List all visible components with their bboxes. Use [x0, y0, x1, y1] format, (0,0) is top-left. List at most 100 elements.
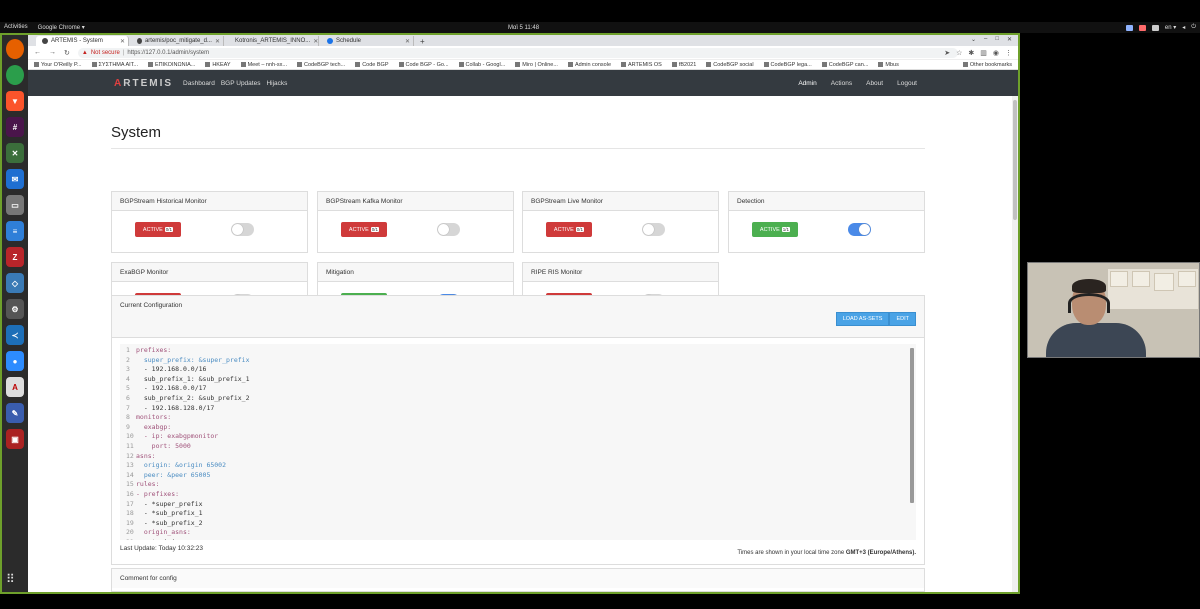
monitor-toggle[interactable] — [848, 223, 871, 236]
pdf-icon[interactable]: A — [6, 377, 24, 397]
line-number: 6 — [126, 393, 130, 402]
tray-icon[interactable] — [1138, 24, 1146, 31]
bookmark-item[interactable]: CodeBGP social — [706, 62, 754, 68]
network-icon[interactable]: ◂ — [1182, 24, 1185, 31]
page-scrollbar[interactable] — [1012, 96, 1018, 592]
bookmark-item[interactable]: ARTEMIS OS — [621, 62, 662, 68]
bookmark-item[interactable]: Mbus — [878, 62, 899, 68]
tools-icon[interactable]: ✕ — [6, 143, 24, 163]
close-icon[interactable]: ✕ — [405, 38, 410, 45]
folder-icon — [671, 61, 677, 67]
load-as-sets-button[interactable]: LOAD AS-SETS — [835, 312, 890, 326]
editor-icon[interactable]: ✎ — [6, 403, 24, 423]
profile-icon[interactable]: ◉ — [993, 49, 999, 57]
close-icon[interactable]: ✕ — [120, 38, 125, 45]
monitor-toggle[interactable] — [437, 223, 460, 236]
nav-actions[interactable]: Actions — [831, 80, 852, 87]
page-title: System — [111, 124, 162, 141]
nav-bgp-updates[interactable]: BGP Updates — [221, 80, 261, 87]
timezone-note: Times are shown in your local time zone … — [737, 550, 916, 556]
virtualbox-icon[interactable]: ◇ — [6, 273, 24, 293]
nav-admin[interactable]: Admin — [798, 80, 816, 87]
zoom-icon[interactable]: ● — [6, 351, 24, 371]
slack-icon[interactable]: # — [6, 117, 24, 137]
power-icon[interactable]: ⏻ — [1191, 24, 1196, 31]
sidebar-icon[interactable]: ▥ — [980, 49, 987, 57]
minimize-icon[interactable]: – — [984, 36, 987, 43]
code-line: 6 sub_prefix_2: &sub_prefix_2 — [126, 394, 916, 404]
monitor-toggle[interactable] — [231, 223, 254, 236]
files-icon[interactable]: ▭ — [6, 195, 24, 215]
bookmark-item[interactable]: fB2021 — [671, 61, 696, 68]
tray-icon[interactable] — [1125, 24, 1133, 31]
bookmark-item[interactable]: Admin console — [567, 62, 611, 68]
firefox-icon[interactable] — [6, 39, 24, 59]
url-input[interactable]: ▲ Not secure | https://127.0.0.1/admin/s… — [77, 47, 958, 58]
tab-artemis-system[interactable]: ARTEMIS - System ✕ — [36, 36, 129, 46]
tab-kotronis[interactable]: Kotronis_ARTEMIS_INNO... ✕ — [226, 36, 319, 46]
status-badge: ACTIVE0/1 — [135, 222, 181, 237]
bookmark-item[interactable]: CodeBGP lega... — [763, 61, 812, 68]
forward-icon[interactable]: → — [49, 49, 56, 56]
app-menu[interactable]: Google Chrome ▾ — [38, 24, 85, 31]
tray-icon[interactable] — [1151, 24, 1159, 31]
bookmark-item[interactable]: CodeBGP can... — [821, 62, 868, 68]
extensions-icon[interactable]: ✱ — [968, 49, 974, 57]
system-tray[interactable]: en ▾ ◂ ⏻ — [1125, 24, 1196, 31]
close-icon[interactable]: ✕ — [215, 38, 220, 45]
config-card: Current Configuration LOAD AS-SETS EDIT … — [111, 295, 925, 565]
other-bookmarks[interactable]: Other bookmarks — [962, 62, 1018, 68]
code-line: 21 - *origin — [126, 538, 916, 540]
bookmark-item[interactable]: Miro | Online... — [515, 62, 558, 68]
new-tab-button[interactable]: + — [416, 37, 425, 46]
config-editor[interactable]: 1 prefixes: 2 super_prefix: &super_prefix 3… — [120, 344, 916, 540]
tab-github[interactable]: artemis/poc_mitigate_d... ✕ — [131, 36, 224, 46]
language-selector[interactable]: en ▾ — [1165, 24, 1176, 31]
thunderbird-icon[interactable]: ✉ — [6, 169, 24, 189]
code-text: exabgp: — [136, 422, 172, 431]
bookmark-item[interactable]: HKEAY — [205, 61, 231, 68]
nav-hijacks[interactable]: Hijacks — [266, 80, 287, 87]
monitor-toggle[interactable] — [642, 223, 665, 236]
nav-logout[interactable]: Logout — [897, 80, 917, 87]
tab-schedule[interactable]: Schedule ✕ — [321, 36, 414, 46]
editor-scrollbar[interactable] — [910, 348, 914, 538]
bookmark-item[interactable]: ΕΠΙΚΟΙΝΩΝΙΑ... — [148, 62, 195, 68]
edit-button[interactable]: EDIT — [889, 312, 916, 326]
bookmark-item[interactable]: Your O'Reilly P... — [34, 62, 82, 68]
settings-icon[interactable]: ⚙ — [6, 299, 24, 319]
activities-button[interactable]: Activities — [4, 24, 28, 31]
bookmark-item[interactable]: ΣΥΣΤΗΜΑ ΑΙΤ... — [91, 62, 138, 68]
star-icon[interactable]: ☆ — [956, 49, 962, 57]
terminal-icon[interactable]: ▣ — [6, 429, 24, 449]
bookmark-item[interactable]: Meet – nnh-sx... — [240, 62, 287, 68]
code-text: - 192.168.0.0/16 — [136, 365, 207, 374]
close-icon[interactable]: ✕ — [313, 38, 318, 45]
show-apps-icon[interactable]: ⠿ — [6, 572, 15, 586]
code-line: 14 peer: &peer 65005 — [126, 471, 916, 481]
nav-dashboard[interactable]: Dashboard — [183, 80, 215, 87]
document-icon[interactable]: ≡ — [6, 221, 24, 241]
brave-icon[interactable]: ▼ — [6, 91, 24, 111]
line-number: 5 — [126, 384, 130, 393]
artemis-logo[interactable]: ARTEMIS — [114, 78, 173, 89]
bookmark-item[interactable]: Collab - Googl... — [458, 62, 505, 68]
back-icon[interactable]: ← — [34, 49, 41, 56]
nav-about[interactable]: About — [866, 80, 883, 87]
send-icon[interactable]: ➤ — [944, 49, 950, 57]
chrome-icon[interactable] — [6, 65, 24, 85]
tab-search-icon[interactable]: ⌄ — [971, 36, 976, 43]
reload-icon[interactable]: ↻ — [64, 49, 70, 57]
bookmark-item[interactable]: Code BGP - Go... — [398, 62, 449, 68]
menu-icon[interactable]: ⋮ — [1005, 49, 1012, 57]
vscode-icon[interactable]: ≺ — [6, 325, 24, 345]
bookmark-item[interactable]: Code BGP — [355, 62, 389, 68]
bookmark-icon — [205, 61, 211, 67]
bookmark-item[interactable]: CodeBGP tech... — [297, 62, 345, 68]
code-text: sub_prefix_2: &sub_prefix_2 — [136, 393, 250, 402]
clock[interactable]: Mαϊ 5 11:48 — [508, 25, 539, 31]
maximize-icon[interactable]: □ — [995, 36, 999, 43]
folder-icon — [763, 61, 769, 67]
filezilla-icon[interactable]: Z — [6, 247, 24, 267]
close-window-icon[interactable]: ✕ — [1007, 36, 1012, 43]
